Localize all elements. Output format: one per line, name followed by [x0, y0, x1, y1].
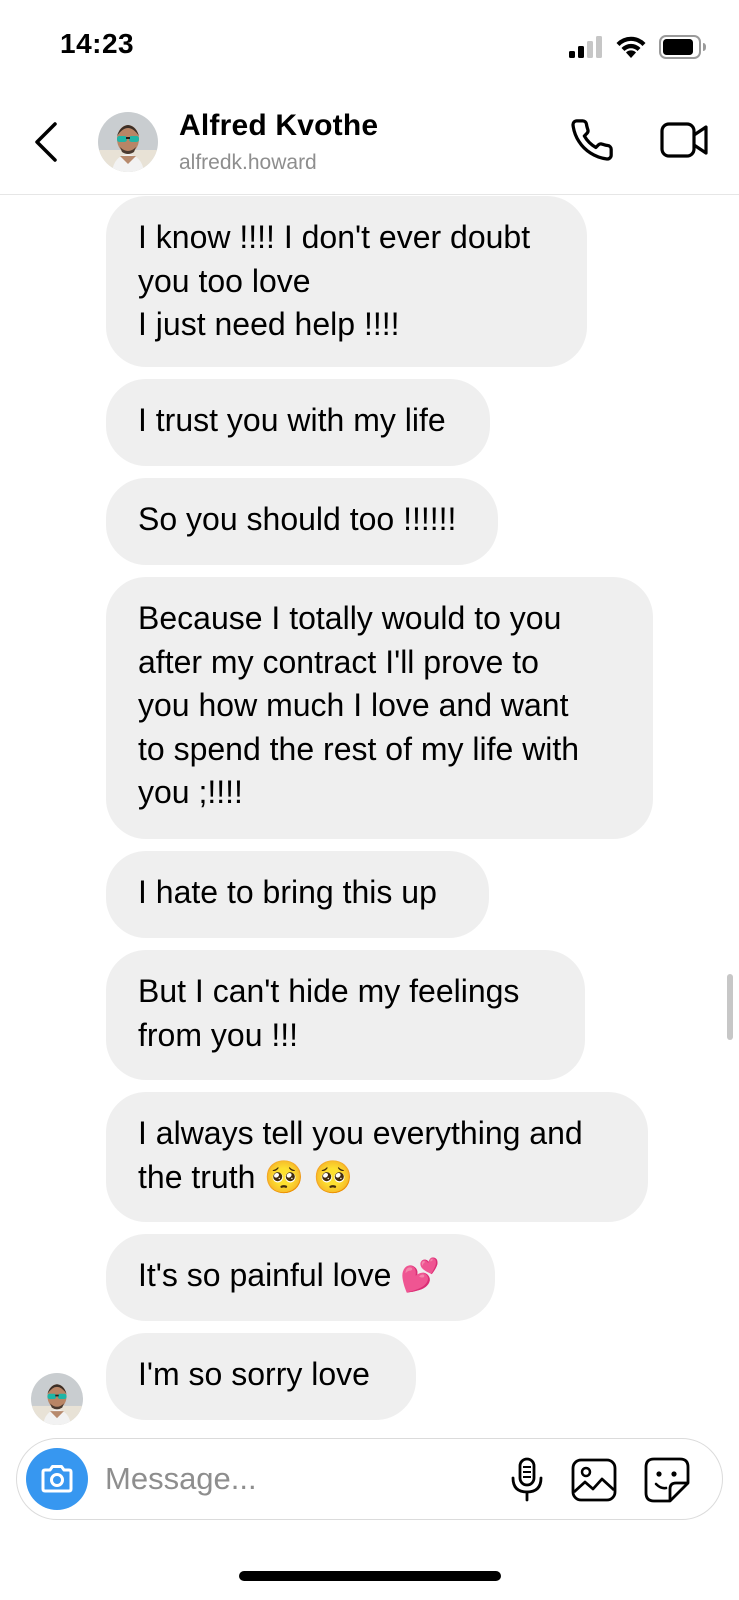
gallery-icon	[571, 1458, 617, 1502]
status-bar: 14:23	[0, 0, 739, 95]
sender-avatar[interactable]	[31, 1373, 83, 1425]
message-bubble[interactable]: Because I totally would to you after my …	[106, 577, 653, 839]
camera-button[interactable]	[26, 1448, 88, 1510]
camera-icon	[41, 1465, 73, 1493]
battery-icon	[659, 35, 706, 59]
voice-message-button[interactable]	[505, 1456, 549, 1504]
message-bubble[interactable]: So you should too !!!!!!	[106, 478, 498, 565]
gallery-button[interactable]	[569, 1456, 619, 1504]
contact-username[interactable]: alfredk.howard	[179, 151, 317, 175]
message-composer	[16, 1438, 723, 1520]
contact-name[interactable]: Alfred Kvothe	[179, 109, 378, 143]
contact-avatar[interactable]	[98, 112, 158, 172]
phone-icon	[571, 119, 613, 161]
status-icons	[569, 32, 707, 62]
cellular-signal-icon	[569, 36, 602, 58]
message-bubble[interactable]: I hate to bring this up	[106, 851, 489, 938]
microphone-icon	[511, 1457, 543, 1502]
status-time: 14:23	[60, 28, 135, 59]
sticker-icon	[644, 1457, 690, 1503]
video-camera-icon	[659, 122, 708, 158]
scrollbar[interactable]	[727, 974, 733, 1040]
wifi-icon	[616, 36, 646, 58]
video-call-button[interactable]	[657, 115, 712, 165]
conversation-header: Alfred Kvothe alfredk.howard	[0, 95, 739, 195]
message-bubble[interactable]: I'm so sorry love	[106, 1333, 416, 1420]
message-bubble[interactable]: But I can't hide my feelings from you !!…	[106, 950, 585, 1080]
home-indicator[interactable]	[239, 1571, 501, 1581]
sticker-button[interactable]	[642, 1456, 692, 1504]
back-button[interactable]	[26, 117, 66, 167]
audio-call-button[interactable]	[567, 115, 617, 165]
chevron-left-icon	[35, 122, 57, 162]
message-bubble[interactable]: I always tell you everything and the tru…	[106, 1092, 648, 1222]
message-input[interactable]	[105, 1457, 485, 1501]
message-thread[interactable]: I know !!!! I don't ever doubt you too l…	[0, 196, 739, 1426]
message-bubble[interactable]: It's so painful love 💕	[106, 1234, 495, 1321]
dm-screen: 14:23 Alfred Kvothe alfredk.howard I kno…	[0, 0, 739, 1600]
message-bubble[interactable]: I trust you with my life	[106, 379, 490, 466]
message-bubble[interactable]: I know !!!! I don't ever doubt you too l…	[106, 196, 587, 367]
